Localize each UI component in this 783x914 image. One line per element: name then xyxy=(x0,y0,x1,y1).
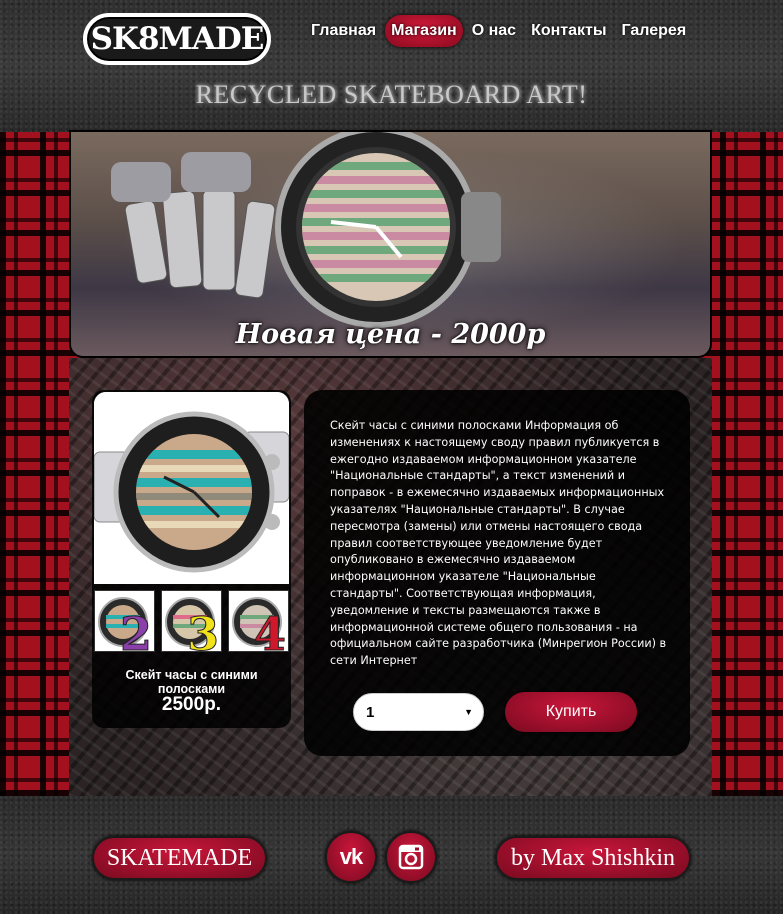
thumbnail-4[interactable]: 4 xyxy=(228,590,289,652)
hero-caption: Новая цена - 2000р xyxy=(235,319,546,350)
nav-item-shop[interactable]: Магазин xyxy=(385,15,463,47)
thumbnail-number: 4 xyxy=(253,607,286,652)
vk-icon: vk xyxy=(339,844,364,869)
instagram-button[interactable] xyxy=(385,831,437,883)
nav-item-about[interactable]: О нас xyxy=(466,15,522,47)
footer-brand[interactable]: SKATEMADE xyxy=(92,836,267,880)
thumbnail-number: 2 xyxy=(119,607,152,652)
thumbnail-number: 3 xyxy=(186,607,219,652)
product-price: 2500р. xyxy=(161,694,222,715)
buy-button[interactable]: Купить xyxy=(505,692,637,732)
nav-item-home[interactable]: Главная xyxy=(305,15,382,47)
nav-item-contacts[interactable]: Контакты xyxy=(525,15,612,47)
instagram-icon xyxy=(398,844,424,870)
thumbnail-2[interactable]: 2 xyxy=(94,590,155,652)
vk-button[interactable]: vk xyxy=(325,831,377,883)
main-nav: Главная Магазин О нас Контакты Галерея xyxy=(305,14,695,48)
chevron-down-icon: ▼ xyxy=(464,707,473,717)
product-name: Скейт часы с синими полосками xyxy=(125,668,258,696)
site-logo[interactable]: SK8MADE xyxy=(83,13,271,65)
quantity-value: 1 xyxy=(366,703,375,721)
hero-banner[interactable]: Новая цена - 2000р xyxy=(69,130,712,358)
logo-text: SK8MADE xyxy=(90,21,265,57)
quantity-select[interactable]: 1 ▼ xyxy=(353,693,484,731)
product-image[interactable] xyxy=(94,392,289,584)
site-header: SK8MADE Главная Магазин О нас Контакты Г… xyxy=(0,0,783,132)
site-tagline: RECYCLED SKATEBOARD ART! xyxy=(195,80,588,109)
product-watch-image xyxy=(94,392,289,584)
thumbnail-3[interactable]: 3 xyxy=(161,590,222,652)
footer-author[interactable]: by Max Shishkin xyxy=(495,836,691,880)
product-thumbnails: 2 3 4 xyxy=(94,590,289,652)
product-description: Скейт часы с синими полосками Информация… xyxy=(330,419,667,668)
nav-item-gallery[interactable]: Галерея xyxy=(616,15,693,47)
